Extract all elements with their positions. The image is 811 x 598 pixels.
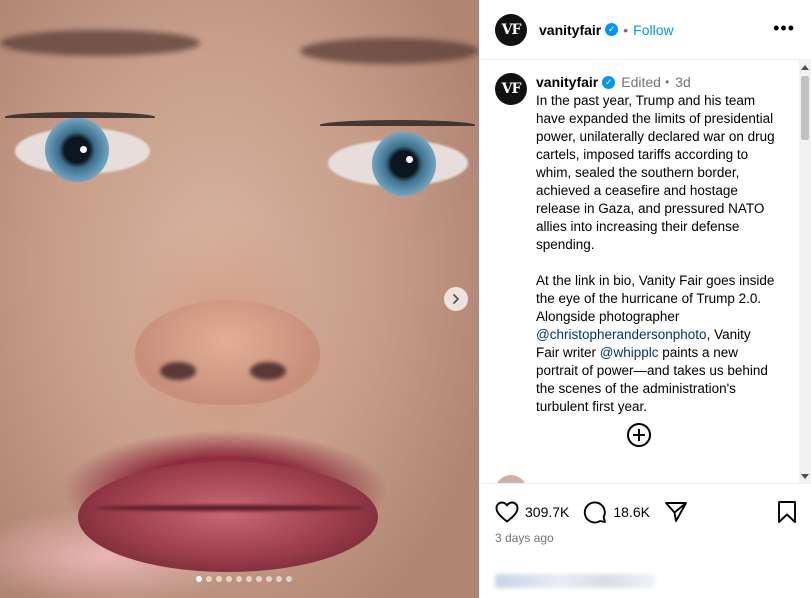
- mention-link[interactable]: @whipplc: [600, 345, 659, 360]
- scroll-down-arrow-icon[interactable]: [801, 474, 809, 479]
- right-eyebrow: [300, 38, 479, 64]
- comment-button[interactable]: 18.6K: [583, 500, 650, 524]
- left-eye-highlight: [80, 146, 87, 153]
- carousel-dot: [246, 576, 252, 582]
- header-username[interactable]: vanityfair: [539, 22, 601, 38]
- carousel-dot: [286, 576, 292, 582]
- right-lashes: [320, 120, 475, 130]
- caption-paragraph-2: At the link in bio, Vanity Fair goes ins…: [536, 272, 776, 416]
- nose: [135, 300, 320, 405]
- comment-avatar[interactable]: [495, 475, 527, 483]
- lips: [78, 462, 378, 572]
- verified-badge-icon: ✓: [605, 23, 619, 36]
- caption-separator: •: [664, 75, 670, 89]
- caption-header: vanityfair ✓ Edited • 3d: [536, 73, 776, 91]
- left-eyebrow: [0, 30, 200, 56]
- avatar[interactable]: VF: [495, 13, 527, 46]
- lip-line: [95, 505, 365, 511]
- chevron-right-icon: [453, 294, 459, 304]
- caption-age: 3d: [675, 74, 691, 90]
- caption-text: In the past year, Trump and his team hav…: [536, 92, 776, 416]
- post-details-panel: VF vanityfair ✓ • Follow ••• VF vanityfa…: [479, 0, 811, 598]
- bookmark-icon: [778, 501, 796, 523]
- carousel-dot: [216, 576, 222, 582]
- share-button[interactable]: [664, 500, 688, 524]
- comment-item: 3d: [495, 475, 558, 483]
- carousel-dot: [196, 576, 202, 582]
- like-button[interactable]: 309.7K: [495, 501, 569, 523]
- carousel-dots: [196, 576, 292, 582]
- carousel-next-button[interactable]: [444, 287, 468, 311]
- scrollbar-thumb[interactable]: [801, 76, 809, 140]
- carousel-dot: [206, 576, 212, 582]
- action-bar: 309.7K 18.6K: [479, 496, 811, 528]
- comment-bubble-icon: [584, 501, 607, 524]
- carousel-dot: [276, 576, 282, 582]
- carousel-dot: [226, 576, 232, 582]
- right-eye-highlight: [406, 156, 413, 163]
- caption-verified-badge-icon: ✓: [602, 75, 616, 89]
- load-more-comments-button[interactable]: [627, 423, 651, 447]
- comments-section: VF vanityfair ✓ Edited • 3d In the past …: [479, 60, 811, 484]
- carousel-dot: [236, 576, 242, 582]
- carousel-dot: [266, 576, 272, 582]
- caption-avatar[interactable]: VF: [495, 73, 527, 105]
- caption-text-part: At the link in bio, Vanity Fair goes ins…: [536, 273, 775, 324]
- scroll-up-arrow-icon[interactable]: [801, 65, 809, 70]
- caption-username[interactable]: vanityfair: [536, 74, 598, 90]
- comment-count[interactable]: 18.6K: [613, 504, 650, 520]
- caption-paragraph-1: In the past year, Trump and his team hav…: [536, 93, 775, 252]
- right-nostril: [250, 362, 286, 380]
- follow-button[interactable]: Follow: [633, 22, 673, 38]
- caption: VF vanityfair ✓ Edited • 3d In the past …: [495, 73, 776, 434]
- edited-label: Edited: [621, 74, 661, 90]
- add-comment-field[interactable]: [495, 574, 655, 588]
- more-options-icon[interactable]: •••: [773, 19, 795, 37]
- like-count[interactable]: 309.7K: [525, 504, 569, 520]
- heart-icon: [495, 501, 519, 523]
- post-header: VF vanityfair ✓ • Follow •••: [479, 0, 811, 60]
- comments-scrollbar[interactable]: [799, 60, 811, 484]
- save-button[interactable]: [777, 500, 797, 529]
- share-icon: [665, 502, 687, 522]
- carousel-dot: [256, 576, 262, 582]
- header-separator: •: [623, 21, 629, 38]
- post-photo: [0, 0, 479, 598]
- left-nostril: [160, 362, 196, 380]
- left-iris: [45, 118, 109, 182]
- caption-body: vanityfair ✓ Edited • 3d In the past yea…: [536, 73, 776, 434]
- post-timestamp[interactable]: 3 days ago: [495, 531, 554, 545]
- mention-link[interactable]: @christopherandersonphoto: [536, 327, 707, 342]
- right-iris: [372, 132, 436, 196]
